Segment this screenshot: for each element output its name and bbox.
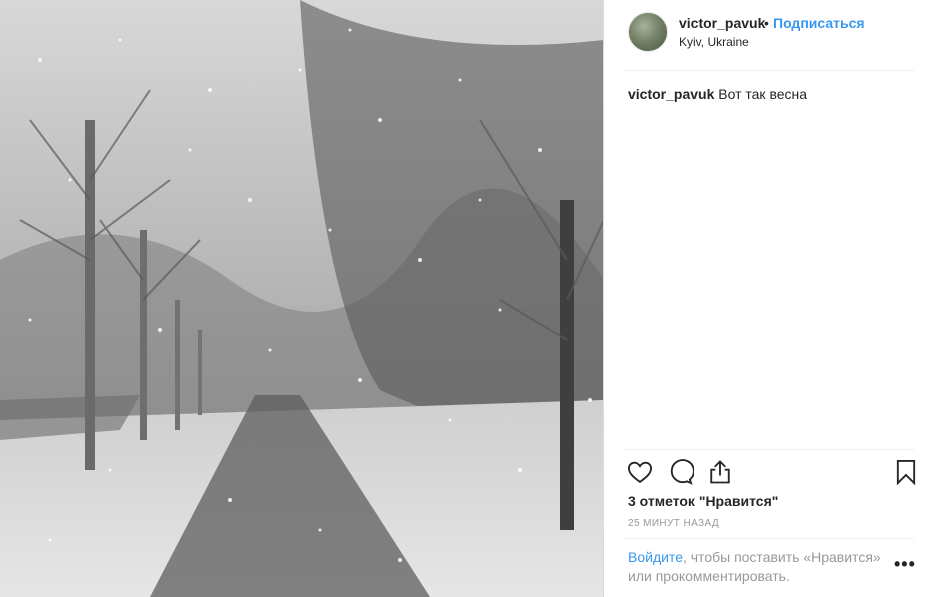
post-photo[interactable]	[0, 0, 604, 597]
header-separator: •	[764, 15, 769, 31]
avatar[interactable]	[628, 12, 668, 52]
comment-bubble-icon[interactable]	[666, 458, 694, 486]
more-options-button[interactable]: •••	[894, 554, 916, 575]
post-sidebar: victor_pavuk • Подписаться Kyiv, Ukraine…	[604, 0, 939, 597]
share-icon[interactable]	[706, 458, 734, 486]
login-link[interactable]: Войдите	[628, 549, 683, 565]
header-username[interactable]: victor_pavuk	[679, 15, 765, 31]
footer-divider	[624, 538, 914, 539]
post-caption: victor_pavuk Вот так весна	[628, 85, 918, 103]
snow-scene-image	[0, 0, 603, 597]
login-prompt: Войдите, чтобы поставить «Нравится» или …	[628, 548, 888, 586]
caption-text: Вот так весна	[718, 86, 808, 102]
location-link[interactable]: Kyiv, Ukraine	[679, 35, 749, 49]
post-timestamp: 25 МИНУТ НАЗАД	[628, 518, 720, 529]
heart-icon[interactable]	[626, 458, 654, 486]
header-divider	[624, 70, 914, 71]
actions-divider	[624, 449, 914, 450]
post-header: victor_pavuk • Подписаться Kyiv, Ukraine	[604, 0, 939, 71]
bookmark-icon[interactable]	[892, 458, 920, 486]
follow-button[interactable]: Подписаться	[773, 15, 865, 31]
caption-username[interactable]: victor_pavuk	[628, 86, 714, 102]
likes-count[interactable]: 3 отметок "Нравится"	[628, 493, 778, 509]
